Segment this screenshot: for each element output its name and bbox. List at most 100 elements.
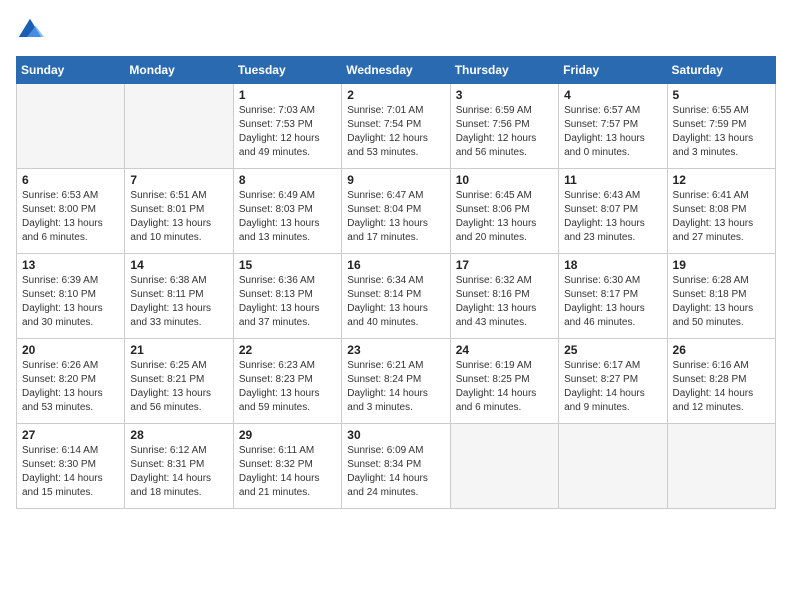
calendar-cell bbox=[17, 84, 125, 169]
calendar-week-row: 13Sunrise: 6:39 AM Sunset: 8:10 PM Dayli… bbox=[17, 254, 776, 339]
calendar-cell: 14 Sunrise: 6:38 AM Sunset: 8:11 PM Dayli… bbox=[125, 254, 233, 339]
day-info: Sunrise: 6:51 AM Sunset: 8:01 PM Dayligh… bbox=[130, 189, 227, 245]
calendar-cell bbox=[125, 84, 233, 169]
day-number: 6 bbox=[22, 173, 119, 187]
calendar-cell: 25Sunrise: 6:17 AM Sunset: 8:27 PM Dayli… bbox=[559, 339, 667, 424]
calendar-cell: 4 Sunrise: 6:57 AM Sunset: 7:57 PM Daylig… bbox=[559, 84, 667, 169]
calendar-cell: 27 Sunrise: 6:14 AM Sunset: 8:30 PM Dayli… bbox=[17, 424, 125, 509]
calendar-cell: 17 Sunrise: 6:32 AM Sunset: 8:16 PM Dayli… bbox=[450, 254, 558, 339]
day-number: 25 bbox=[564, 343, 661, 357]
weekday-header: Thursday bbox=[450, 57, 558, 84]
calendar-cell: 15 Sunrise: 6:36 AM Sunset: 8:13 PM Dayli… bbox=[233, 254, 341, 339]
day-number: 23 bbox=[347, 343, 444, 357]
day-number: 24 bbox=[456, 343, 553, 357]
day-info: Sunrise: 6:59 AM Sunset: 7:56 PM Dayligh… bbox=[456, 104, 553, 160]
calendar-cell: 3 Sunrise: 6:59 AM Sunset: 7:56 PM Daylig… bbox=[450, 84, 558, 169]
day-info: Sunrise: 7:03 AM Sunset: 7:53 PM Dayligh… bbox=[239, 104, 336, 160]
calendar-cell: 19 Sunrise: 6:28 AM Sunset: 8:18 PM Dayli… bbox=[667, 254, 775, 339]
calendar-cell: 23 Sunrise: 6:21 AM Sunset: 8:24 PM Dayli… bbox=[342, 339, 450, 424]
day-number: 19 bbox=[673, 258, 770, 272]
calendar-cell: 7 Sunrise: 6:51 AM Sunset: 8:01 PM Daylig… bbox=[125, 169, 233, 254]
day-number: 29 bbox=[239, 428, 336, 442]
day-info: Sunrise: 6:53 AM Sunset: 8:00 PM Dayligh… bbox=[22, 189, 119, 245]
day-info: Sunrise: 6:09 AM Sunset: 8:34 PM Dayligh… bbox=[347, 444, 444, 500]
calendar-cell: 11Sunrise: 6:43 AM Sunset: 8:07 PM Dayli… bbox=[559, 169, 667, 254]
weekday-header: Saturday bbox=[667, 57, 775, 84]
calendar-header-row: SundayMondayTuesdayWednesdayThursdayFrid… bbox=[17, 57, 776, 84]
day-number: 5 bbox=[673, 88, 770, 102]
day-number: 9 bbox=[347, 173, 444, 187]
calendar-cell: 5Sunrise: 6:55 AM Sunset: 7:59 PM Daylig… bbox=[667, 84, 775, 169]
day-info: Sunrise: 6:38 AM Sunset: 8:11 PM Dayligh… bbox=[130, 274, 227, 330]
calendar-cell: 6 Sunrise: 6:53 AM Sunset: 8:00 PM Daylig… bbox=[17, 169, 125, 254]
day-number: 12 bbox=[673, 173, 770, 187]
weekday-header: Tuesday bbox=[233, 57, 341, 84]
day-number: 3 bbox=[456, 88, 553, 102]
day-number: 14 bbox=[130, 258, 227, 272]
day-info: Sunrise: 6:12 AM Sunset: 8:31 PM Dayligh… bbox=[130, 444, 227, 500]
calendar-cell: 12 Sunrise: 6:41 AM Sunset: 8:08 PM Dayli… bbox=[667, 169, 775, 254]
calendar-cell: 18 Sunrise: 6:30 AM Sunset: 8:17 PM Dayli… bbox=[559, 254, 667, 339]
calendar-cell: 1 Sunrise: 7:03 AM Sunset: 7:53 PM Daylig… bbox=[233, 84, 341, 169]
day-info: Sunrise: 6:57 AM Sunset: 7:57 PM Dayligh… bbox=[564, 104, 661, 160]
weekday-header: Monday bbox=[125, 57, 233, 84]
calendar-cell bbox=[450, 424, 558, 509]
weekday-header: Wednesday bbox=[342, 57, 450, 84]
calendar-cell: 28 Sunrise: 6:12 AM Sunset: 8:31 PM Dayli… bbox=[125, 424, 233, 509]
day-info: Sunrise: 6:21 AM Sunset: 8:24 PM Dayligh… bbox=[347, 359, 444, 415]
day-info: Sunrise: 6:39 AM Sunset: 8:10 PM Dayligh… bbox=[22, 274, 119, 330]
calendar-week-row: 1 Sunrise: 7:03 AM Sunset: 7:53 PM Daylig… bbox=[17, 84, 776, 169]
weekday-header: Sunday bbox=[17, 57, 125, 84]
calendar-cell: 29 Sunrise: 6:11 AM Sunset: 8:32 PM Dayli… bbox=[233, 424, 341, 509]
calendar-cell: 13Sunrise: 6:39 AM Sunset: 8:10 PM Dayli… bbox=[17, 254, 125, 339]
day-info: Sunrise: 6:32 AM Sunset: 8:16 PM Dayligh… bbox=[456, 274, 553, 330]
calendar-cell: 16 Sunrise: 6:34 AM Sunset: 8:14 PM Dayli… bbox=[342, 254, 450, 339]
calendar-cell: 30 Sunrise: 6:09 AM Sunset: 8:34 PM Dayli… bbox=[342, 424, 450, 509]
weekday-header: Friday bbox=[559, 57, 667, 84]
day-info: Sunrise: 6:16 AM Sunset: 8:28 PM Dayligh… bbox=[673, 359, 770, 415]
day-number: 28 bbox=[130, 428, 227, 442]
calendar-cell: 8Sunrise: 6:49 AM Sunset: 8:03 PM Daylig… bbox=[233, 169, 341, 254]
calendar-cell: 10Sunrise: 6:45 AM Sunset: 8:06 PM Dayli… bbox=[450, 169, 558, 254]
day-number: 15 bbox=[239, 258, 336, 272]
calendar-cell bbox=[559, 424, 667, 509]
day-number: 1 bbox=[239, 88, 336, 102]
calendar-cell: 20 Sunrise: 6:26 AM Sunset: 8:20 PM Dayli… bbox=[17, 339, 125, 424]
day-number: 4 bbox=[564, 88, 661, 102]
day-info: Sunrise: 6:49 AM Sunset: 8:03 PM Dayligh… bbox=[239, 189, 336, 245]
day-info: Sunrise: 6:19 AM Sunset: 8:25 PM Dayligh… bbox=[456, 359, 553, 415]
day-info: Sunrise: 6:14 AM Sunset: 8:30 PM Dayligh… bbox=[22, 444, 119, 500]
day-number: 7 bbox=[130, 173, 227, 187]
day-number: 20 bbox=[22, 343, 119, 357]
calendar-week-row: 6 Sunrise: 6:53 AM Sunset: 8:00 PM Daylig… bbox=[17, 169, 776, 254]
day-info: Sunrise: 6:25 AM Sunset: 8:21 PM Dayligh… bbox=[130, 359, 227, 415]
day-number: 10 bbox=[456, 173, 553, 187]
day-info: Sunrise: 6:34 AM Sunset: 8:14 PM Dayligh… bbox=[347, 274, 444, 330]
day-info: Sunrise: 6:41 AM Sunset: 8:08 PM Dayligh… bbox=[673, 189, 770, 245]
day-info: Sunrise: 6:47 AM Sunset: 8:04 PM Dayligh… bbox=[347, 189, 444, 245]
calendar-table: SundayMondayTuesdayWednesdayThursdayFrid… bbox=[16, 56, 776, 509]
day-info: Sunrise: 6:30 AM Sunset: 8:17 PM Dayligh… bbox=[564, 274, 661, 330]
day-number: 2 bbox=[347, 88, 444, 102]
day-info: Sunrise: 6:28 AM Sunset: 8:18 PM Dayligh… bbox=[673, 274, 770, 330]
day-number: 26 bbox=[673, 343, 770, 357]
day-number: 30 bbox=[347, 428, 444, 442]
day-number: 18 bbox=[564, 258, 661, 272]
calendar-cell: 2Sunrise: 7:01 AM Sunset: 7:54 PM Daylig… bbox=[342, 84, 450, 169]
day-number: 21 bbox=[130, 343, 227, 357]
day-info: Sunrise: 6:11 AM Sunset: 8:32 PM Dayligh… bbox=[239, 444, 336, 500]
page-header bbox=[16, 16, 776, 44]
calendar-cell: 24 Sunrise: 6:19 AM Sunset: 8:25 PM Dayli… bbox=[450, 339, 558, 424]
day-number: 11 bbox=[564, 173, 661, 187]
logo-icon bbox=[16, 16, 44, 44]
calendar-week-row: 20 Sunrise: 6:26 AM Sunset: 8:20 PM Dayli… bbox=[17, 339, 776, 424]
day-info: Sunrise: 6:26 AM Sunset: 8:20 PM Dayligh… bbox=[22, 359, 119, 415]
day-number: 27 bbox=[22, 428, 119, 442]
day-number: 22 bbox=[239, 343, 336, 357]
day-number: 16 bbox=[347, 258, 444, 272]
day-info: Sunrise: 6:36 AM Sunset: 8:13 PM Dayligh… bbox=[239, 274, 336, 330]
calendar-cell: 9 Sunrise: 6:47 AM Sunset: 8:04 PM Daylig… bbox=[342, 169, 450, 254]
day-number: 17 bbox=[456, 258, 553, 272]
day-info: Sunrise: 6:23 AM Sunset: 8:23 PM Dayligh… bbox=[239, 359, 336, 415]
calendar-cell: 22 Sunrise: 6:23 AM Sunset: 8:23 PM Dayli… bbox=[233, 339, 341, 424]
